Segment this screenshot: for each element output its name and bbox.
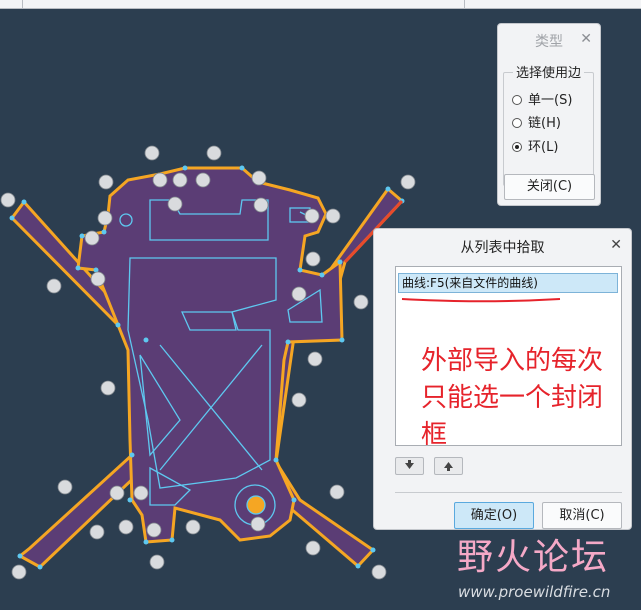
type-dialog: 类型 ✕ 选择使用边 单一(S) 链(H) 环(L) 关闭(C) bbox=[497, 23, 601, 206]
toolbar-segment bbox=[0, 0, 23, 8]
toolbar-segment bbox=[22, 0, 465, 8]
arrow-down-icon bbox=[405, 460, 414, 469]
close-icon[interactable]: ✕ bbox=[580, 31, 592, 47]
radio-label: 链(H) bbox=[528, 116, 561, 131]
arrow-up-icon bbox=[444, 462, 453, 471]
pick-list[interactable]: 曲线:F5(来自文件的曲线) 外部导入的每次只能选一个封闭框 bbox=[395, 266, 622, 450]
move-down-button[interactable] bbox=[395, 457, 424, 475]
radio-selected-icon bbox=[512, 142, 522, 152]
annotation-text: 外部导入的每次只能选一个封闭框 bbox=[421, 346, 604, 450]
radio-chain[interactable]: 链(H) bbox=[512, 112, 561, 131]
move-up-button[interactable] bbox=[434, 457, 463, 475]
cancel-button[interactable]: 取消(C) bbox=[542, 502, 622, 529]
ok-button[interactable]: 确定(O) bbox=[454, 502, 534, 529]
watermark-title: 野火论坛 bbox=[457, 537, 610, 578]
close-button[interactable]: 关闭(C) bbox=[504, 174, 595, 200]
radio-single[interactable]: 单一(S) bbox=[512, 89, 572, 108]
group-label: 选择使用边 bbox=[513, 62, 585, 81]
dialog-title: 从列表中拾取 bbox=[460, 240, 545, 256]
wheel-hub bbox=[246, 495, 266, 515]
radio-icon bbox=[512, 95, 522, 105]
radio-loop[interactable]: 环(L) bbox=[512, 136, 558, 155]
close-icon[interactable]: ✕ bbox=[610, 237, 622, 253]
divider bbox=[395, 492, 622, 493]
watermark-url: www.proewildfire.cn bbox=[458, 583, 611, 601]
radio-icon bbox=[512, 118, 522, 128]
red-underline-mark bbox=[401, 298, 561, 303]
list-item[interactable]: 曲线:F5(来自文件的曲线) bbox=[398, 273, 618, 293]
pick-from-list-dialog: 从列表中拾取 ✕ 曲线:F5(来自文件的曲线) 外部导入的每次只能选一个封闭框 … bbox=[373, 228, 632, 530]
radio-label: 环(L) bbox=[528, 140, 559, 155]
radio-label: 单一(S) bbox=[528, 93, 573, 108]
